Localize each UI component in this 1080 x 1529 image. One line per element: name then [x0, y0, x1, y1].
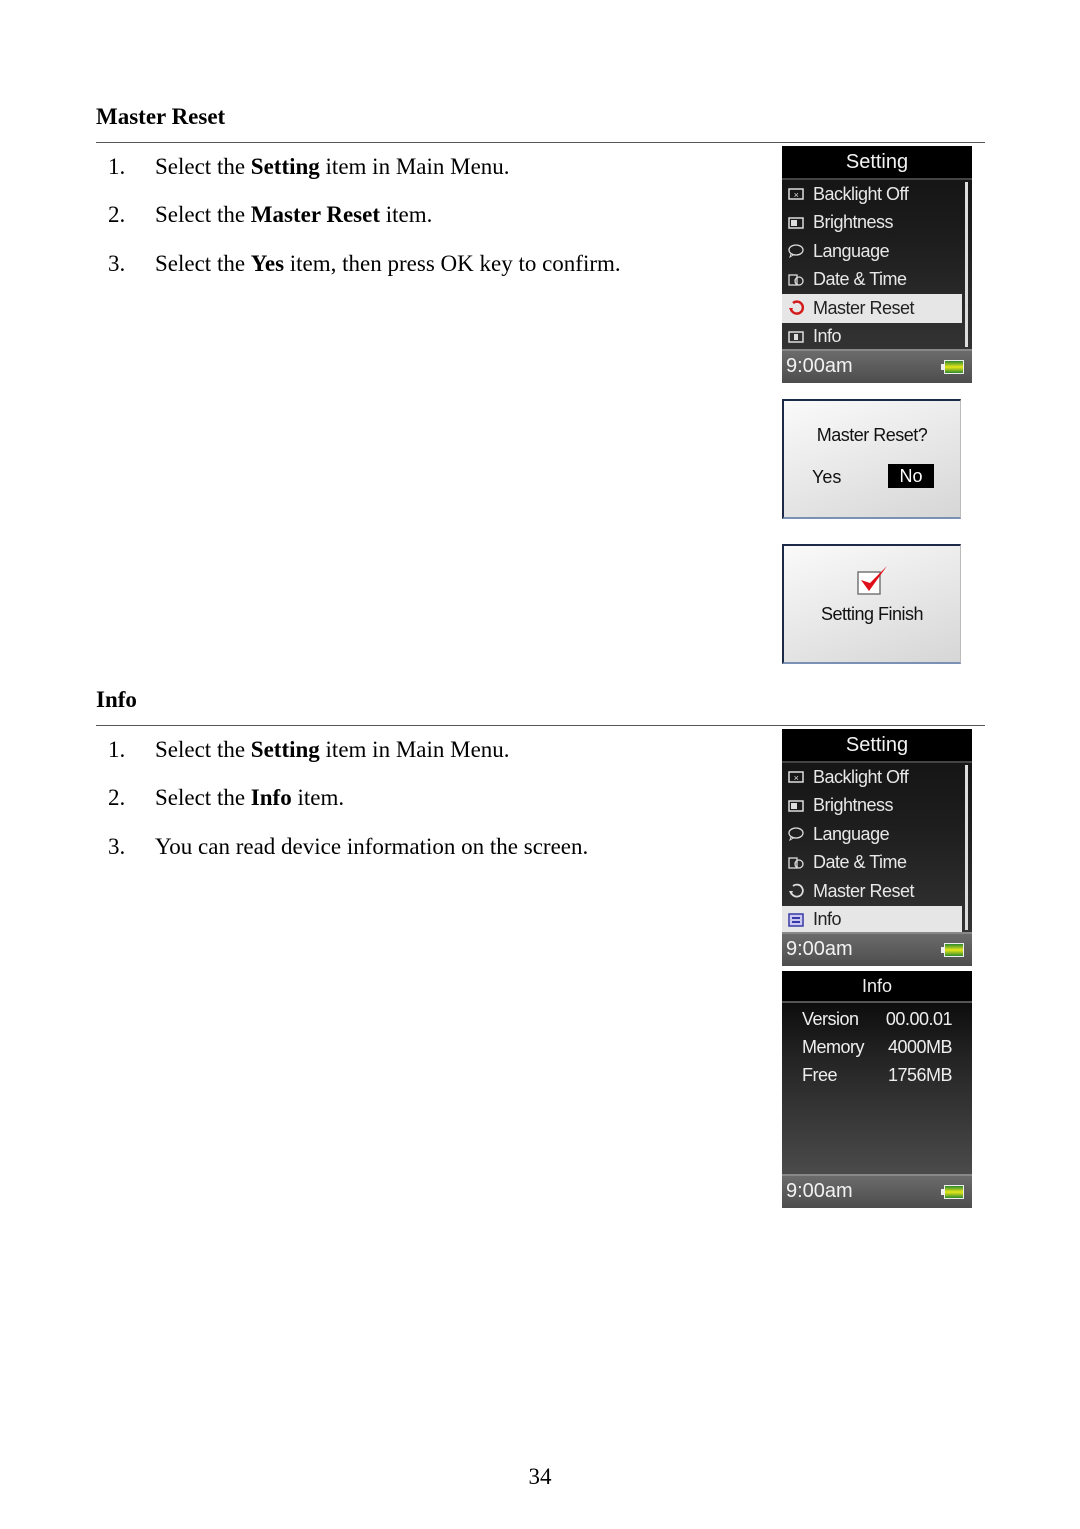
brightness-icon — [787, 216, 805, 230]
divider — [96, 725, 985, 726]
clock: 9:00am — [786, 938, 853, 960]
info-icon — [787, 913, 805, 927]
menu-item-master-reset[interactable]: Master Reset — [782, 294, 962, 323]
screen-title: Setting — [782, 146, 972, 180]
info-icon — [787, 330, 805, 344]
battery-icon — [941, 1185, 964, 1199]
step-1: 1. Select the Setting item in Main Menu. — [108, 154, 510, 179]
screen-title: Info — [782, 971, 972, 1003]
info-row-version: Version 00.00.01 — [802, 1009, 953, 1029]
language-icon — [787, 827, 805, 842]
step-3: 3. You can read device information on the… — [108, 834, 589, 859]
clock: 9:00am — [786, 355, 853, 377]
finish-message: Setting Finish — [820, 604, 924, 624]
status-bar: 9:00am — [782, 932, 972, 966]
no-button[interactable]: No — [888, 464, 934, 488]
scrollbar[interactable] — [965, 765, 968, 930]
setting-menu-screen: Setting × Backlight Off Brightness Langu… — [782, 729, 972, 966]
svg-text:×: × — [794, 190, 799, 200]
master-reset-icon — [787, 300, 805, 316]
info-screen: Info Version 00.00.01 Memory 4000MB Free 17… — [782, 971, 972, 1208]
step-2: 2. Select the Master Reset item. — [108, 202, 433, 227]
date-time-icon — [787, 273, 805, 287]
backlight-icon: × — [787, 770, 805, 784]
screen-title: Setting — [782, 729, 972, 763]
yes-button[interactable]: Yes — [812, 467, 841, 488]
menu-item-language[interactable]: Language — [782, 237, 972, 266]
battery-icon — [941, 360, 964, 374]
menu-item-master-reset[interactable]: Master Reset — [782, 877, 972, 906]
menu-item-brightness[interactable]: Brightness — [782, 792, 972, 821]
dialog-question: Master Reset? — [816, 425, 928, 445]
svg-text:×: × — [794, 773, 799, 783]
menu-list: × Backlight Off Brightness Language Date… — [782, 763, 972, 934]
backlight-icon: × — [787, 187, 805, 201]
status-bar: 9:00am — [782, 349, 972, 383]
section-heading-info: Info — [96, 687, 137, 712]
scrollbar[interactable] — [965, 182, 968, 347]
checkmark-icon — [856, 564, 888, 596]
menu-item-backlight-off[interactable]: × Backlight Off — [782, 763, 972, 792]
language-icon — [787, 244, 805, 259]
battery-icon — [941, 943, 964, 957]
setting-menu-screen: Setting × Backlight Off Brightness Langu… — [782, 146, 972, 383]
menu-item-date-time[interactable]: Date & Time — [782, 849, 972, 878]
divider — [96, 142, 985, 143]
master-reset-confirm-dialog: Master Reset? Yes No — [782, 399, 961, 519]
step-1: 1. Select the Setting item in Main Menu. — [108, 737, 510, 762]
info-row-memory: Memory 4000MB — [802, 1037, 953, 1057]
menu-item-date-time[interactable]: Date & Time — [782, 266, 972, 295]
info-row-free: Free 1756MB — [802, 1065, 953, 1085]
page-number: 34 — [528, 1464, 552, 1489]
status-bar: 9:00am — [782, 1174, 972, 1208]
clock: 9:00am — [786, 1180, 853, 1202]
step-2: 2. Select the Info item. — [108, 785, 345, 810]
section-heading-master-reset: Master Reset — [96, 104, 226, 129]
menu-item-info[interactable]: Info — [782, 323, 972, 352]
menu-item-brightness[interactable]: Brightness — [782, 209, 972, 238]
menu-item-info[interactable]: Info — [782, 905, 962, 934]
menu-item-backlight-off[interactable]: × Backlight Off — [782, 180, 972, 209]
menu-list: × Backlight Off Brightness Language Date… — [782, 180, 972, 350]
menu-item-language[interactable]: Language — [782, 820, 972, 849]
date-time-icon — [787, 856, 805, 870]
master-reset-icon — [787, 883, 805, 898]
setting-finish-dialog: Setting Finish — [782, 544, 961, 664]
brightness-icon — [787, 799, 805, 813]
step-3: 3. Select the Yes item, then press OK key… — [108, 251, 621, 276]
